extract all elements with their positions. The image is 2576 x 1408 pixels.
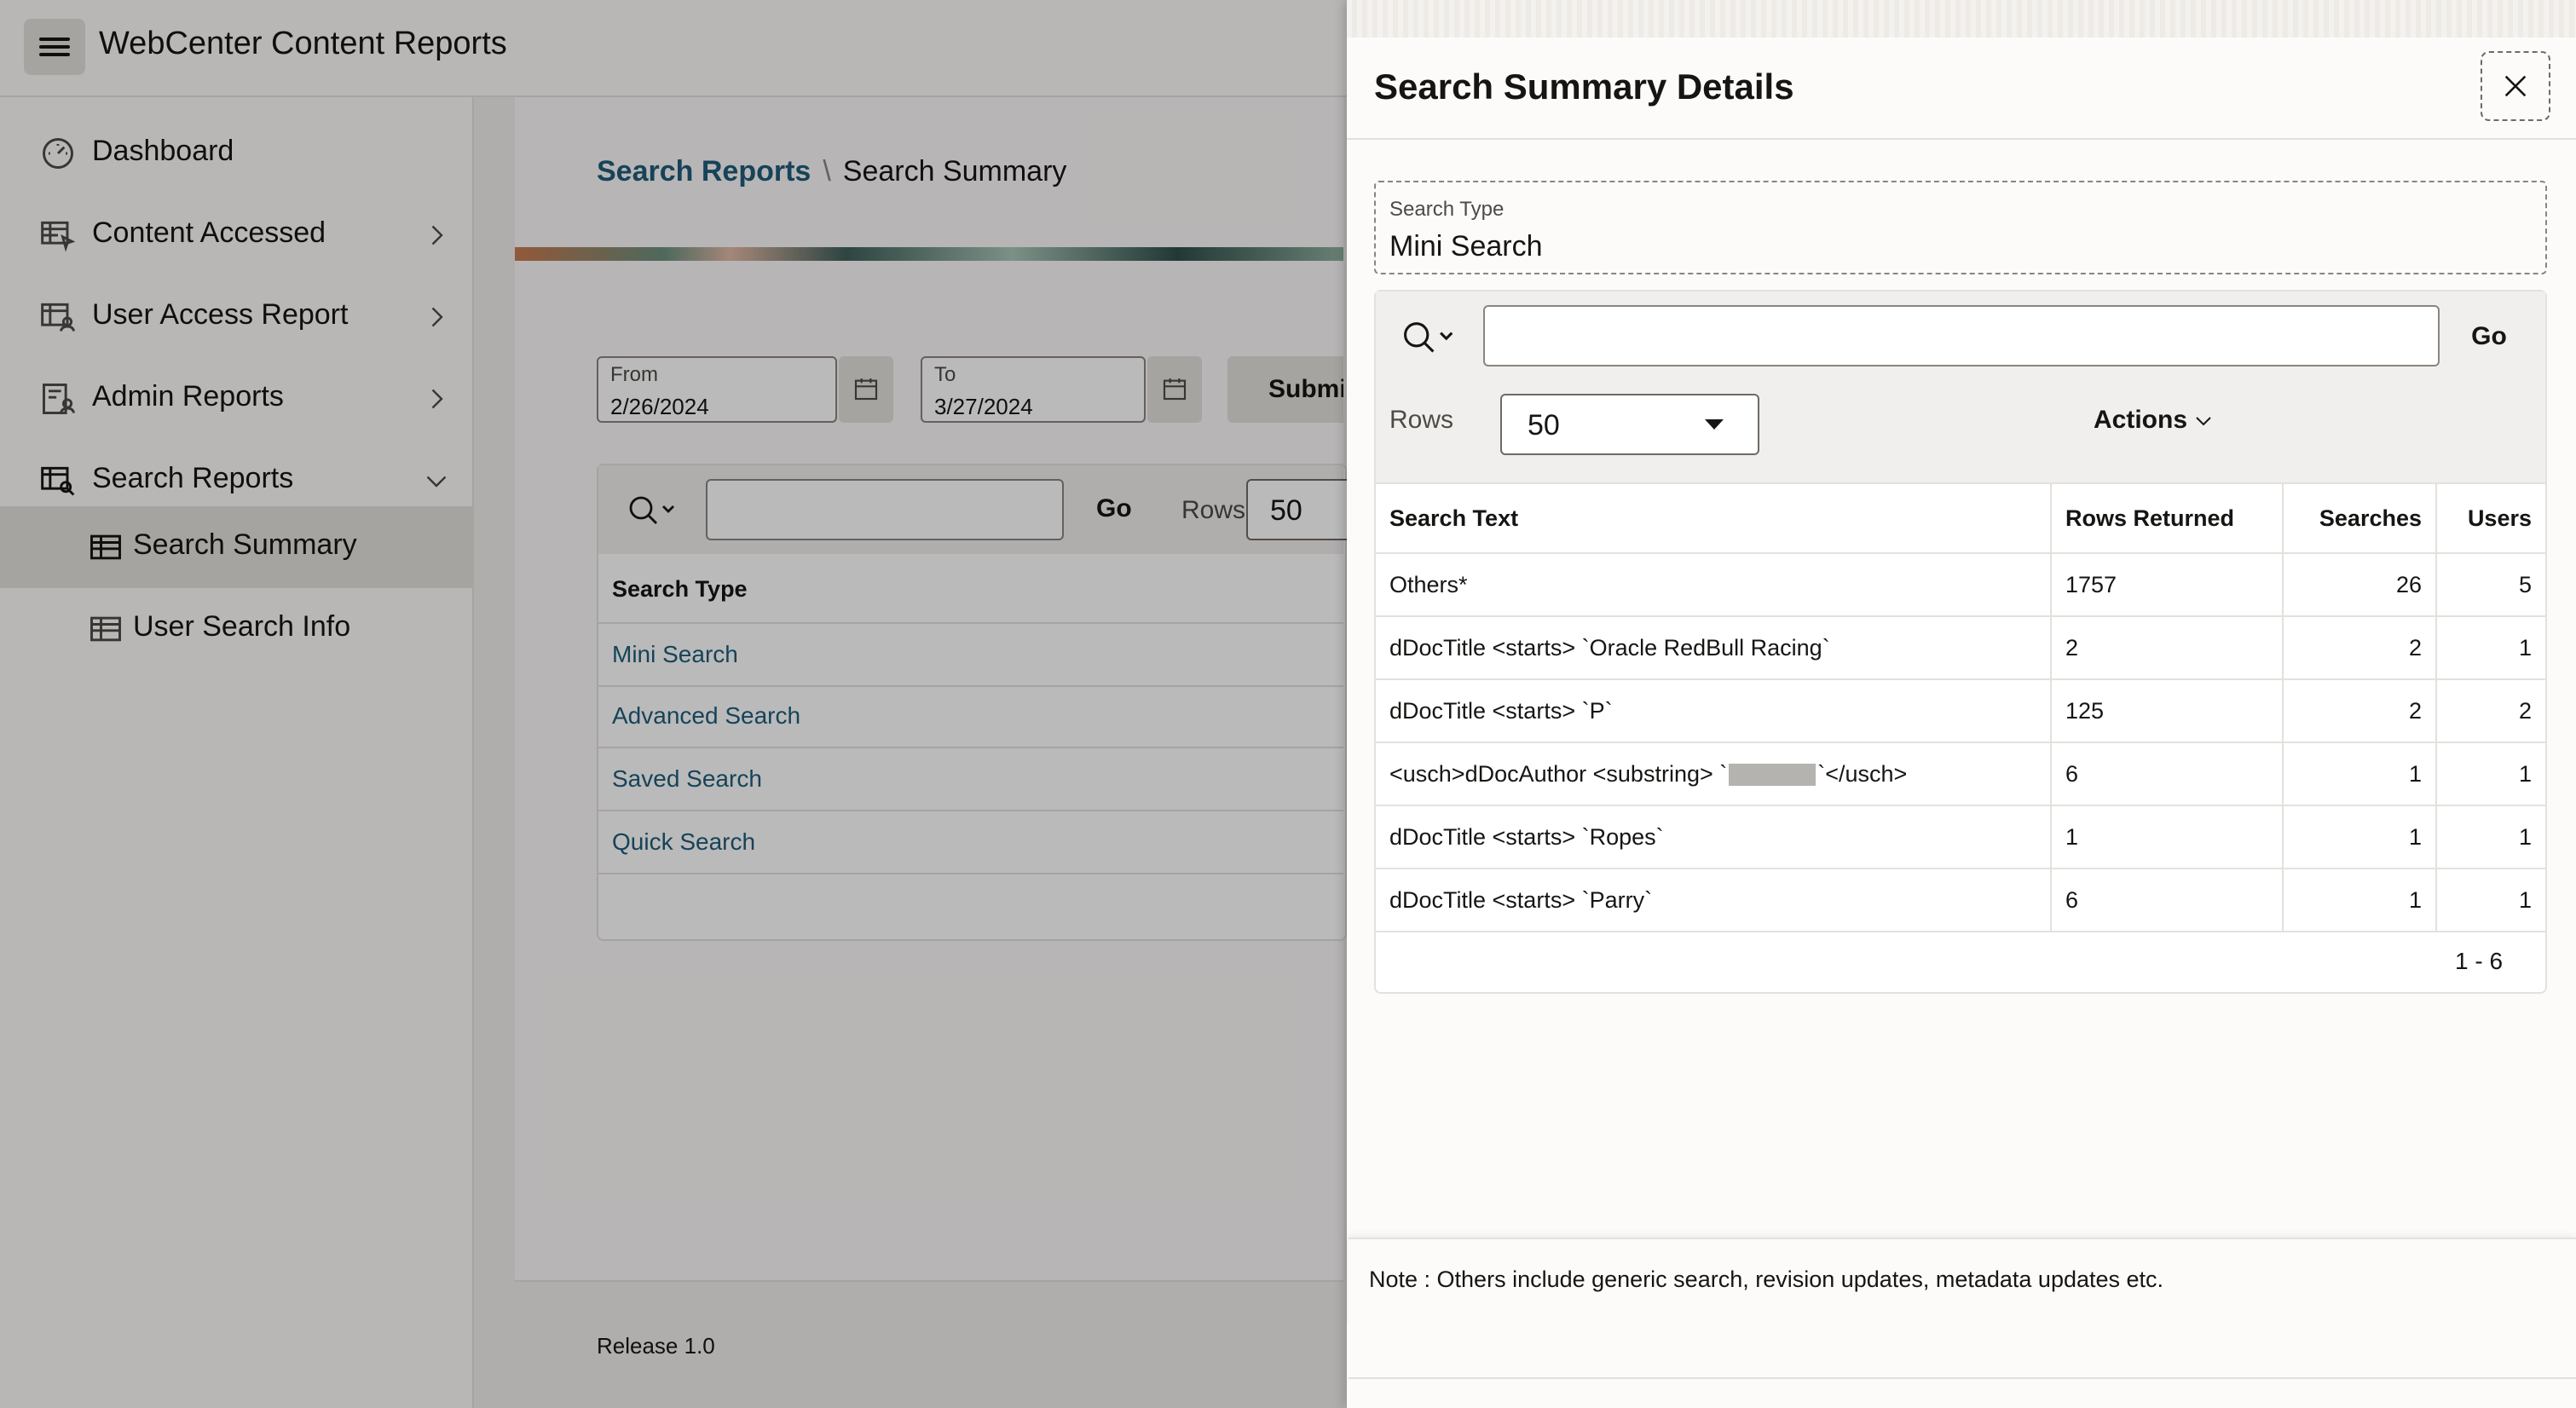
table-row: <usch>dDocAuthor <substring> ` `</usch> 6… xyxy=(1376,742,2545,806)
details-rows-value: 50 xyxy=(1528,409,1560,441)
search-type-label: Search Type xyxy=(1389,198,1505,221)
cell-rows-returned: 1757 xyxy=(2051,553,2284,617)
redacted-block xyxy=(1729,764,1816,787)
search-text-suffix: `</usch> xyxy=(1817,760,1908,787)
cell-searches: 2 xyxy=(2283,616,2437,680)
close-button[interactable] xyxy=(2481,51,2550,121)
cell-search-text: dDocTitle <starts> `Parry` xyxy=(1376,868,2052,932)
column-header-users[interactable]: Users xyxy=(2436,482,2545,554)
drawer-top-strip xyxy=(1347,0,2576,38)
chevron-down-icon xyxy=(2196,417,2212,426)
table-row: dDocTitle <starts> `Oracle RedBull Racin… xyxy=(1376,616,2545,680)
cell-search-text: dDocTitle <starts> `Oracle RedBull Racin… xyxy=(1376,616,2052,680)
cell-searches: 1 xyxy=(2283,868,2437,932)
caret-down-icon xyxy=(1705,419,1724,430)
search-icon[interactable] xyxy=(1400,315,1459,358)
table-row: Others* 1757 26 5 xyxy=(1376,553,2545,617)
column-header-rows-returned[interactable]: Rows Returned xyxy=(2051,482,2284,554)
details-table: Search Text Rows Returned Searches Users… xyxy=(1376,482,2545,932)
cell-users: 1 xyxy=(2436,616,2545,680)
cell-rows-returned: 1 xyxy=(2051,805,2284,869)
cell-rows-returned: 125 xyxy=(2051,679,2284,743)
cell-rows-returned: 6 xyxy=(2051,868,2284,932)
cell-search-text: dDocTitle <starts> `Ropes` xyxy=(1376,805,2052,869)
close-icon xyxy=(2504,75,2527,97)
modal-overlay[interactable] xyxy=(0,0,1347,1408)
cell-users: 2 xyxy=(2436,679,2545,743)
cell-users: 5 xyxy=(2436,553,2545,617)
search-type-field: Search Type Mini Search xyxy=(1374,181,2547,274)
note-text: Note : Others include generic search, re… xyxy=(1369,1267,2164,1292)
cell-users: 1 xyxy=(2436,868,2545,932)
pagination-label: 1 - 6 xyxy=(2455,948,2504,974)
details-rows-select[interactable]: 50 xyxy=(1500,394,1759,455)
drawer-footer xyxy=(1349,1323,2576,1379)
cell-users: 1 xyxy=(2436,805,2545,869)
cell-search-text: dDocTitle <starts> `P` xyxy=(1376,679,2052,743)
cell-search-text: Others* xyxy=(1376,553,2052,617)
cell-users: 1 xyxy=(2436,742,2545,806)
search-type-value: Mini Search xyxy=(1389,230,1543,263)
actions-menu-button[interactable]: Actions xyxy=(2094,406,2213,435)
search-text-prefix: <usch>dDocAuthor <substring> ` xyxy=(1389,760,1728,787)
column-header-search-text[interactable]: Search Text xyxy=(1376,482,2052,554)
table-row: dDocTitle <starts> `Parry` 6 1 1 xyxy=(1376,868,2545,932)
cell-searches: 1 xyxy=(2283,805,2437,869)
actions-label: Actions xyxy=(2094,406,2188,434)
table-row: dDocTitle <starts> `Ropes` 1 1 1 xyxy=(1376,805,2545,869)
drawer-title: Search Summary Details xyxy=(1374,66,1794,107)
table-row: dDocTitle <starts> `P` 125 2 2 xyxy=(1376,679,2545,743)
cell-searches: 2 xyxy=(2283,679,2437,743)
details-go-button[interactable]: Go xyxy=(2455,317,2523,356)
cell-searches: 1 xyxy=(2283,742,2437,806)
cell-rows-returned: 2 xyxy=(2051,616,2284,680)
details-rows-label: Rows xyxy=(1389,406,1454,434)
cell-rows-returned: 6 xyxy=(2051,742,2284,806)
column-header-searches[interactable]: Searches xyxy=(2283,482,2437,554)
cell-search-text: <usch>dDocAuthor <substring> ` `</usch> xyxy=(1376,742,2052,806)
details-search-input[interactable] xyxy=(1483,305,2440,366)
cell-searches: 26 xyxy=(2283,553,2437,617)
